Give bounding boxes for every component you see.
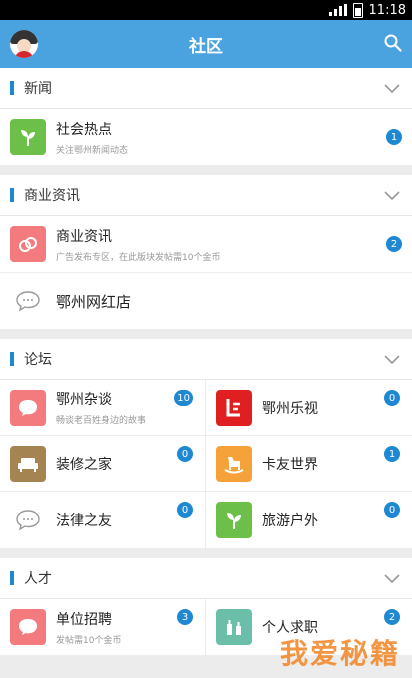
signal-icon — [328, 4, 347, 16]
section-title: 新闻 — [24, 81, 52, 97]
forum-cell[interactable]: 旅游户外 0 — [206, 492, 412, 548]
count-badge: 1 — [386, 129, 402, 145]
section-marker — [10, 81, 14, 95]
count-badge: 3 — [177, 609, 193, 625]
status-time: 11:18 — [368, 2, 406, 18]
talent-cell[interactable]: 单位招聘 发帖需10个金币 3 — [0, 599, 206, 655]
count-badge: 2 — [386, 236, 402, 252]
chevron-down-icon[interactable] — [384, 80, 400, 96]
item-desc: 关注鄂州新闻动态 — [56, 145, 129, 156]
forum-cell[interactable]: 卡友世界 1 — [206, 436, 412, 492]
rocking-horse-icon — [216, 445, 252, 482]
count-badge: 0 — [384, 502, 400, 518]
item-name: 单位招聘 — [56, 611, 112, 628]
count-badge: 0 — [177, 446, 193, 462]
item-name: 鄂州网红店 — [56, 292, 132, 311]
section-title: 论坛 — [24, 352, 52, 368]
count-badge: 10 — [174, 390, 193, 406]
item-desc: 畅谈老百姓身边的故事 — [56, 416, 147, 426]
list-item[interactable]: 社会热点 关注鄂州新闻动态 1 — [0, 109, 412, 165]
section-header-forum[interactable]: 论坛 — [0, 339, 412, 380]
chat-icon — [10, 609, 46, 645]
section-marker — [10, 188, 14, 202]
chevron-down-icon[interactable] — [384, 351, 400, 367]
section-news: 新闻 社会热点 关注鄂州新闻动态 1 — [0, 68, 412, 165]
chat-icon — [10, 389, 46, 426]
forum-cell[interactable]: 装修之家 0 — [0, 436, 206, 492]
item-name: 法律之友 — [56, 513, 112, 529]
top-bar: 社区 — [0, 20, 412, 68]
chat-bubble-icon — [10, 283, 46, 319]
item-desc: 广告发布专区，在此版块发帖需10个金币 — [56, 252, 221, 263]
rings-icon — [10, 226, 46, 262]
avatar[interactable] — [10, 30, 38, 58]
watermark: 我爱秘籍 — [279, 637, 400, 670]
forum-cell[interactable]: 法律之友 0 — [0, 492, 206, 548]
sprout-icon — [10, 119, 46, 155]
section-forum: 论坛 鄂州杂谈 畅谈老百姓身边的故事 10 鄂州乐视 0 装修之家 0 卡友世界… — [0, 339, 412, 548]
forum-cell[interactable]: 鄂州杂谈 畅谈老百姓身边的故事 10 — [0, 380, 206, 436]
count-badge: 0 — [177, 502, 193, 518]
list-item[interactable]: 鄂州网红店 — [0, 273, 412, 329]
chevron-down-icon[interactable] — [384, 570, 400, 586]
section-title: 商业资讯 — [24, 188, 80, 204]
item-name: 鄂州乐视 — [262, 400, 318, 417]
forum-cell[interactable]: 鄂州乐视 0 — [206, 380, 412, 436]
section-marker — [10, 352, 14, 366]
count-badge: 1 — [384, 446, 400, 462]
item-name: 旅游户外 — [262, 513, 318, 529]
status-bar: 11:18 — [0, 0, 412, 20]
section-marker — [10, 571, 14, 585]
count-badge: 0 — [384, 390, 400, 406]
section-header-talent[interactable]: 人才 — [0, 558, 412, 599]
section-business: 商业资讯 商业资讯 广告发布专区，在此版块发帖需10个金币 2 鄂州网红店 — [0, 175, 412, 329]
sprout-icon — [216, 502, 252, 538]
item-name: 装修之家 — [56, 456, 112, 473]
search-icon[interactable] — [384, 34, 402, 52]
item-name: 鄂州杂谈 — [56, 392, 112, 408]
item-name: 社会热点 — [56, 121, 112, 138]
section-header-news[interactable]: 新闻 — [0, 68, 412, 109]
section-header-business[interactable]: 商业资讯 — [0, 175, 412, 216]
battery-icon — [352, 2, 363, 18]
count-badge: 2 — [384, 609, 400, 625]
chevron-down-icon[interactable] — [384, 187, 400, 203]
sofa-icon — [10, 445, 46, 482]
chat-bubble-icon — [10, 502, 46, 538]
letv-logo-icon — [216, 389, 252, 426]
item-name: 卡友世界 — [262, 456, 318, 473]
item-name: 商业资讯 — [56, 228, 112, 245]
item-desc: 发帖需10个金币 — [56, 635, 122, 646]
page-title: 社区 — [189, 36, 223, 57]
section-title: 人才 — [24, 571, 52, 587]
bottles-icon — [216, 609, 252, 645]
list-item[interactable]: 商业资讯 广告发布专区，在此版块发帖需10个金币 2 — [0, 216, 412, 273]
